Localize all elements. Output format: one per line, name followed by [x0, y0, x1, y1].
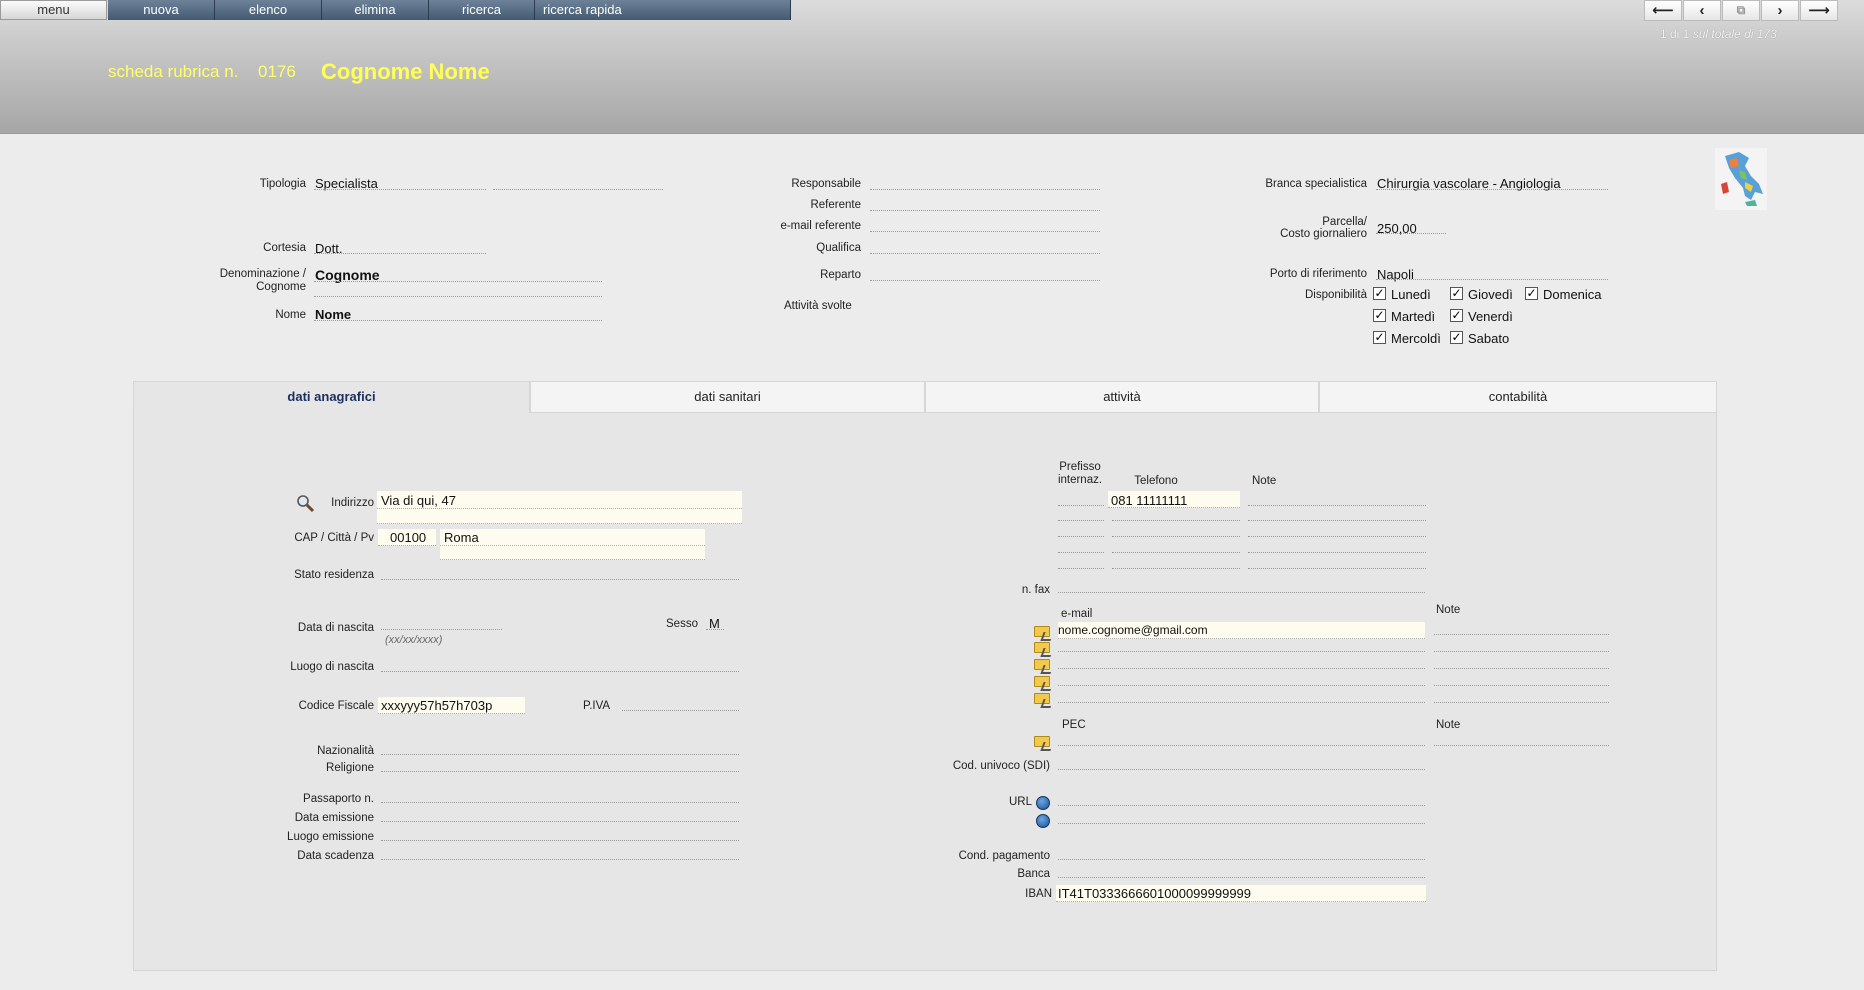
- mercoledi-label: Mercoldì: [1391, 331, 1441, 346]
- codice-fiscale-label: Codice Fiscale: [298, 700, 374, 712]
- martedi-label: Martedì: [1391, 309, 1436, 324]
- email-label: e-mail: [1061, 608, 1093, 620]
- citta-field[interactable]: [440, 529, 705, 546]
- prefisso-label: Prefisso: [1059, 461, 1101, 473]
- cortesia-label: Cortesia: [263, 242, 306, 254]
- piva-label: P.IVA: [583, 700, 611, 712]
- note-email-label: Note: [1436, 604, 1461, 616]
- data-nascita-label: Data di nascita: [297, 622, 374, 634]
- elenco-button[interactable]: elenco: [215, 0, 322, 20]
- data-emissione-label: Data emissione: [294, 812, 374, 824]
- note-pec-label: Note: [1436, 719, 1461, 731]
- indirizzo-field-2[interactable]: [377, 509, 742, 524]
- pv-field[interactable]: [440, 546, 705, 560]
- email-value: nome.cognome@gmail.com: [1058, 623, 1208, 637]
- globe-icon-1[interactable]: [1036, 796, 1050, 810]
- tab-dati-sanitari[interactable]: dati sanitari: [530, 381, 925, 413]
- stato-residenza-label: Stato residenza: [294, 569, 374, 581]
- checkbox-martedi[interactable]: ✓: [1373, 309, 1386, 322]
- attivita-label: Attività svolte: [784, 300, 852, 312]
- indirizzo-label: Indirizzo: [331, 497, 374, 509]
- first-record-icon[interactable]: ⟵: [1644, 0, 1682, 21]
- note-telefono-label: Note: [1252, 475, 1277, 487]
- luogo-nascita-label: Luogo di nascita: [290, 661, 374, 673]
- fax-label: n. fax: [1021, 584, 1050, 596]
- pec-label: PEC: [1062, 719, 1086, 731]
- mail-icon-3[interactable]: [1034, 659, 1050, 670]
- checkbox-venerdi[interactable]: ✓: [1450, 309, 1463, 322]
- url-label: URL: [1008, 796, 1032, 808]
- nazionalita-label: Nazionalità: [317, 745, 374, 757]
- tab-contabilita[interactable]: contabilità: [1319, 381, 1717, 413]
- responsabile-label: Responsabile: [791, 178, 861, 190]
- last-record-icon[interactable]: ⟶: [1800, 0, 1838, 21]
- next-record-icon[interactable]: ›: [1761, 0, 1799, 21]
- tab-attivita[interactable]: attività: [925, 381, 1319, 413]
- checkbox-domenica[interactable]: ✓: [1525, 287, 1538, 300]
- cognome-label: Cognome: [256, 281, 306, 293]
- pec-mail-icon[interactable]: [1034, 736, 1050, 747]
- prev-record-icon[interactable]: ‹: [1683, 0, 1721, 21]
- qualifica-label: Qualifica: [816, 242, 861, 254]
- data-nascita-hint: (xx/xx/xxxx): [385, 634, 443, 646]
- costo-label: Costo giornaliero: [1280, 228, 1367, 240]
- mail-icon-4[interactable]: [1034, 676, 1050, 687]
- porto-label: Porto di riferimento: [1269, 268, 1367, 280]
- referente-label: Referente: [810, 199, 861, 211]
- email-referente-label: e-mail referente: [780, 220, 861, 232]
- banca-label: Banca: [1017, 868, 1050, 880]
- internaz-label: internaz.: [1057, 474, 1103, 486]
- lunedi-label: Lunedì: [1391, 287, 1431, 302]
- sesso-label: Sesso: [666, 618, 698, 630]
- tab-dati-anagrafici[interactable]: dati anagrafici: [133, 381, 530, 413]
- search-icon[interactable]: [296, 494, 314, 512]
- elimina-button[interactable]: elimina: [322, 0, 429, 20]
- nuova-button[interactable]: nuova: [108, 0, 215, 20]
- ricerca-button[interactable]: ricerca: [429, 0, 535, 20]
- mail-icon-5[interactable]: [1034, 693, 1050, 704]
- scheda-number: 0176: [258, 62, 296, 81]
- sdi-label: Cod. univoco (SDI): [952, 760, 1050, 772]
- passaporto-label: Passaporto n.: [303, 793, 374, 805]
- menu-button[interactable]: menu: [0, 0, 107, 20]
- venerdi-label: Venerdì: [1468, 309, 1513, 324]
- record-counter: 1 di 1 sul totale di 173: [1660, 27, 1777, 41]
- disponibilita-label: Disponibilità: [1304, 289, 1367, 301]
- cap-label: CAP / Città / Pv: [294, 532, 374, 544]
- duplicate-icon[interactable]: ⧉: [1722, 0, 1760, 21]
- tab-panel: [133, 381, 1717, 971]
- reparto-label: Reparto: [820, 269, 861, 281]
- citta-value: Roma: [444, 530, 479, 545]
- checkbox-sabato[interactable]: ✓: [1450, 331, 1463, 344]
- data-scadenza-label: Data scadenza: [297, 850, 374, 862]
- sabato-label: Sabato: [1468, 331, 1510, 346]
- italy-map-icon[interactable]: [1715, 148, 1767, 210]
- cond-pagamento-label: Cond. pagamento: [958, 850, 1050, 862]
- mail-icon-2[interactable]: [1034, 642, 1050, 653]
- indirizzo-value: Via di qui, 47: [381, 493, 456, 508]
- checkbox-lunedi[interactable]: ✓: [1373, 287, 1386, 300]
- mail-icon-1[interactable]: [1034, 626, 1050, 637]
- iban-value: IT41T0333666601000099999999: [1058, 886, 1252, 901]
- checkbox-mercoledi[interactable]: ✓: [1373, 331, 1386, 344]
- cap-value: 00100: [390, 530, 427, 545]
- tipologia-label: Tipologia: [259, 178, 306, 190]
- page-title: Cognome Nome: [321, 59, 490, 84]
- telefono-label: Telefono: [1134, 475, 1178, 487]
- luogo-emissione-label: Luogo emissione: [287, 831, 374, 843]
- nome-label: Nome: [275, 309, 306, 321]
- checkbox-giovedi[interactable]: ✓: [1450, 287, 1463, 300]
- globe-icon-2[interactable]: [1036, 814, 1050, 828]
- iban-label: IBAN: [1025, 888, 1052, 900]
- ricerca-rapida-button[interactable]: ricerca rapida: [535, 0, 791, 20]
- giovedi-label: Giovedì: [1468, 287, 1513, 302]
- app: menu nuova elenco elimina ricerca ricerc…: [0, 0, 1864, 990]
- scheda-label: scheda rubrica n.: [108, 62, 239, 81]
- denominazione-label: Denominazione /: [219, 268, 306, 280]
- religione-label: Religione: [326, 762, 374, 774]
- branca-label: Branca specialistica: [1265, 178, 1367, 190]
- domenica-label: Domenica: [1543, 287, 1602, 302]
- telefono-value: 081 11111111: [1111, 493, 1188, 508]
- codice-fiscale-value: xxxyyy57h57h703p: [381, 698, 493, 713]
